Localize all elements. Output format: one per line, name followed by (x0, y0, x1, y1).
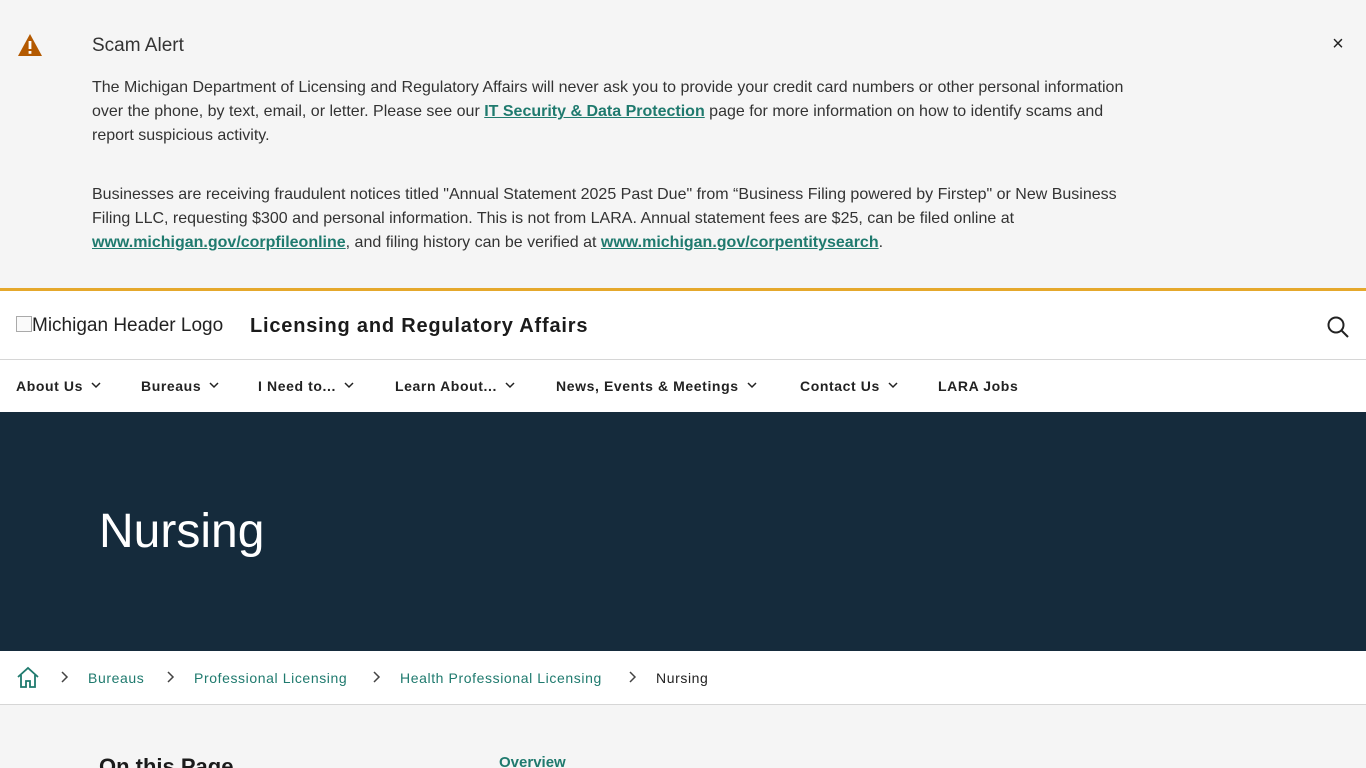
alert-paragraph-1: The Michigan Department of Licensing and… (92, 76, 1132, 148)
main-content: On this Page Overview (0, 705, 1366, 768)
nav-label: Bureaus (141, 378, 202, 394)
chevron-down-icon (888, 382, 898, 389)
home-icon[interactable] (16, 666, 40, 690)
hero-banner: Nursing (0, 412, 1366, 651)
alert-paragraph-2: Businesses are receiving fraudulent noti… (92, 183, 1132, 255)
nav-lara-jobs[interactable]: LARA Jobs (938, 378, 1018, 394)
breadcrumb-link-bureaus[interactable]: Bureaus (88, 670, 144, 686)
scam-alert-banner: Scam Alert × The Michigan Department of … (0, 0, 1366, 288)
chevron-right-icon (61, 671, 69, 683)
chevron-down-icon (91, 382, 101, 389)
breadcrumb-link-health-professional-licensing[interactable]: Health Professional Licensing (400, 670, 602, 686)
it-security-link[interactable]: IT Security & Data Protection (484, 103, 705, 120)
corpfileonline-link[interactable]: www.michigan.gov/corpfileonline (92, 234, 346, 251)
alert-text: . (878, 234, 884, 251)
chevron-down-icon (505, 382, 515, 389)
nav-i-need-to[interactable]: I Need to... (258, 378, 354, 394)
breadcrumb-link-professional-licensing[interactable]: Professional Licensing (194, 670, 347, 686)
close-icon[interactable]: × (1328, 33, 1348, 55)
nav-label: News, Events & Meetings (556, 378, 739, 394)
michigan-header-logo[interactable]: Michigan Header Logo (16, 315, 223, 337)
nav-bureaus[interactable]: Bureaus (141, 378, 219, 394)
warning-icon (18, 34, 42, 56)
nav-learn-about[interactable]: Learn About... (395, 378, 515, 394)
nav-label: LARA Jobs (938, 378, 1019, 394)
nav-label: About Us (16, 378, 84, 394)
nav-contact-us[interactable]: Contact Us (800, 378, 898, 394)
alert-text: , and filing history can be verified at (345, 234, 601, 251)
on-this-page-heading: On this Page (99, 754, 234, 768)
alert-text: Businesses are receiving fraudulent noti… (92, 186, 1117, 227)
page-title: Nursing (99, 505, 265, 558)
alert-title: Scam Alert (92, 35, 184, 56)
chevron-right-icon (629, 671, 637, 683)
chevron-right-icon (167, 671, 175, 683)
site-header: Michigan Header Logo Licensing and Regul… (0, 288, 1366, 360)
corpentitysearch-link[interactable]: www.michigan.gov/corpentitysearch (601, 234, 879, 251)
main-nav: About Us Bureaus I Need to... Learn Abou… (0, 360, 1366, 412)
chevron-down-icon (747, 382, 757, 389)
site-title[interactable]: Licensing and Regulatory Affairs (250, 315, 588, 338)
chevron-down-icon (209, 382, 219, 389)
search-icon[interactable] (1326, 315, 1350, 339)
breadcrumb: Bureaus Professional Licensing Health Pr… (0, 651, 1366, 705)
nav-label: I Need to... (258, 378, 336, 394)
broken-image-icon (16, 316, 32, 332)
chevron-down-icon (344, 382, 354, 389)
breadcrumb-current: Nursing (656, 670, 709, 686)
toc-link-overview[interactable]: Overview (499, 754, 566, 768)
nav-about-us[interactable]: About Us (16, 378, 101, 394)
nav-label: Learn About... (395, 378, 497, 394)
nav-label: Contact Us (800, 378, 880, 394)
chevron-right-icon (373, 671, 381, 683)
nav-news-events-meetings[interactable]: News, Events & Meetings (556, 378, 757, 394)
logo-alt-text: Michigan Header Logo (32, 315, 224, 336)
